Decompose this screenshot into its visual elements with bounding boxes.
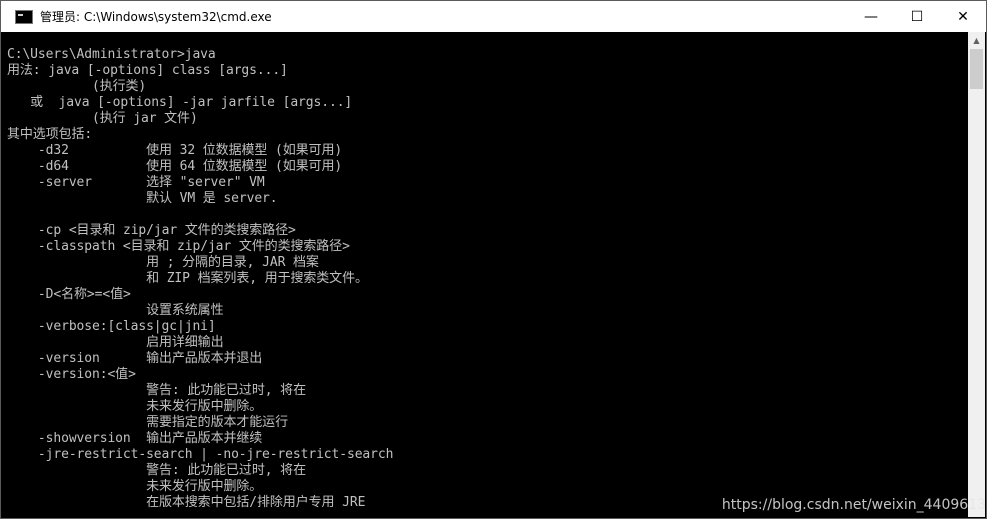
console-output[interactable]: C:\Users\Administrator>java 用法: java [-op… xyxy=(7,47,962,513)
console-line: 默认 VM 是 server. xyxy=(7,191,278,206)
console-line: 其中选项包括: xyxy=(7,127,93,142)
minimize-button[interactable]: — xyxy=(848,1,894,32)
console-line: 警告: 此功能已过时, 将在 xyxy=(7,463,306,478)
console-line: -d32 使用 32 位数据模型 (如果可用) xyxy=(7,143,343,158)
title-bar[interactable]: 管理员: C:\Windows\system32\cmd.exe — ☐ ✕ xyxy=(1,1,986,32)
console-line: -D<名称>=<值> xyxy=(7,287,131,302)
watermark-text: https://blog.csdn.net/weixin_4409613 xyxy=(721,497,986,513)
window-title: 管理员: C:\Windows\system32\cmd.exe xyxy=(40,10,272,24)
console-line: 设置系统属性 xyxy=(7,303,224,318)
console-line: -server 选择 "server" VM xyxy=(7,175,265,190)
console-line: 用法: java [-options] class [args...] xyxy=(7,63,288,78)
cmd-icon xyxy=(15,9,33,24)
console-line: -verbose:[class|gc|jni] xyxy=(7,319,216,334)
console-line: C:\Users\Administrator>java xyxy=(7,47,216,62)
console-line: 警告: 此功能已过时, 将在 xyxy=(7,383,306,398)
scroll-up-arrow-icon[interactable]: ▲ xyxy=(968,32,985,49)
close-button[interactable]: ✕ xyxy=(940,1,986,32)
console-line: -classpath <目录和 zip/jar 文件的类搜索路径> xyxy=(7,239,350,254)
vertical-scrollbar[interactable]: ▲ xyxy=(968,32,985,517)
console-line: 未来发行版中删除。 xyxy=(7,479,263,494)
console-line: 需要指定的版本才能运行 xyxy=(7,415,288,430)
console-line: 启用详细输出 xyxy=(7,335,224,350)
console-line: 或 java [-options] -jar jarfile [args...] xyxy=(7,95,353,110)
console-line: -jre-restrict-search | -no-jre-restrict-… xyxy=(7,447,394,462)
console-line: 用 ; 分隔的目录, JAR 档案 xyxy=(7,255,319,270)
console-line: (执行 jar 文件) xyxy=(7,111,198,126)
scroll-thumb[interactable] xyxy=(970,49,983,89)
console-line: 未来发行版中删除。 xyxy=(7,399,263,414)
cmd-window: 管理员: C:\Windows\system32\cmd.exe — ☐ ✕ C… xyxy=(0,0,987,519)
console-line: -version 输出产品版本并退出 xyxy=(7,351,263,366)
console-line: -showversion 输出产品版本并继续 xyxy=(7,431,263,446)
console-line: -d64 使用 64 位数据模型 (如果可用) xyxy=(7,159,343,174)
console-line: -version:<值> xyxy=(7,367,136,382)
console-line: (执行类) xyxy=(7,79,147,94)
console-line: -cp <目录和 zip/jar 文件的类搜索路径> xyxy=(7,223,296,238)
console-line: 和 ZIP 档案列表, 用于搜索类文件。 xyxy=(7,271,368,286)
maximize-button[interactable]: ☐ xyxy=(894,1,940,32)
window-controls: — ☐ ✕ xyxy=(848,1,986,32)
